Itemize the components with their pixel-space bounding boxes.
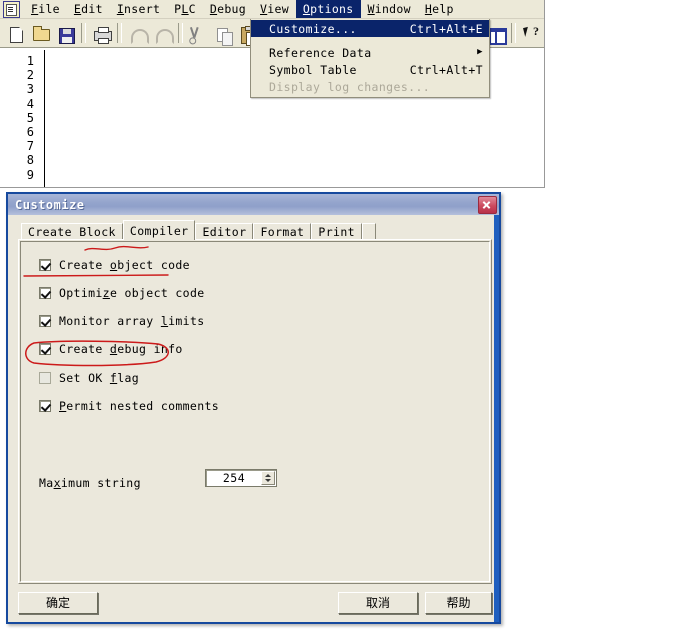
menu-item-shortcut: Ctrl+Alt+E [409,21,483,36]
tab-print[interactable]: Print [311,223,363,240]
document-app-icon [3,0,20,18]
close-icon[interactable] [478,195,497,214]
tab-compiler[interactable]: Compiler [122,220,196,240]
checkbox-label: Permit nested comments [59,399,220,413]
cancel-button[interactable]: 取消 [338,592,418,614]
checkbox-optimize-object-code[interactable]: Optimize object code [39,286,205,300]
stepper-down-icon[interactable] [265,479,271,482]
checkbox-label: Optimize object code [59,286,205,300]
tab-editor[interactable]: Editor [195,223,254,240]
open-file-icon[interactable] [28,21,52,45]
dialog-edge-strip [494,215,499,622]
checkbox-permit-nested-comments[interactable]: Permit nested comments [39,399,219,413]
checkbox-set-ok-flag[interactable]: Set OK flag [39,371,139,385]
tab-strip-filler [362,223,377,240]
cut-icon[interactable] [186,21,210,45]
compiler-options-panel: Create object code Optimize object code … [18,239,492,584]
maximum-string-label: Maximum string [39,476,141,490]
menu-plc[interactable]: PLC [167,0,203,18]
toolbar-separator [81,23,86,43]
line-number: 4 [26,96,34,111]
dialog-title: Customize [15,197,85,212]
ok-button[interactable]: 确定 [18,592,98,614]
line-number-gutter: 1 2 3 4 5 6 7 8 9 [0,50,45,187]
dialog-tab-strip: Create Block Compiler Editor Format Prin… [21,220,377,240]
menu-bar: File Edit Insert PLC Debug View Options … [0,0,544,19]
tab-format[interactable]: Format [253,223,312,240]
menu-window[interactable]: Window [361,0,418,18]
tab-create-block[interactable]: Create Block [21,223,123,240]
help-button[interactable]: 帮助 [425,592,492,614]
menu-help[interactable]: Help [418,0,461,18]
line-number: 9 [26,167,34,182]
copy-icon[interactable] [211,21,235,46]
menu-item-label: Symbol Table [269,62,357,77]
redo-icon[interactable] [150,21,174,45]
checkbox-box-icon[interactable] [39,343,51,355]
line-number: 1 [26,54,34,68]
menu-item-label: Customize... [269,21,357,36]
checkbox-box-icon[interactable] [39,372,51,384]
line-number: 6 [26,125,34,140]
context-help-icon[interactable]: ? [519,21,543,45]
new-file-icon[interactable] [3,21,27,45]
menu-item-shortcut: Ctrl+Alt+T [409,62,483,77]
print-icon[interactable] [89,21,113,45]
menu-debug[interactable]: Debug [203,0,253,18]
stepper-up-icon[interactable] [265,474,271,477]
menu-item-reference-data[interactable]: Reference Data ▶ [251,44,489,61]
checkbox-label: Create object code [59,258,190,272]
maximum-string-input[interactable]: 254 [205,469,277,487]
menu-item-symbol-table[interactable]: Symbol Table Ctrl+Alt+T [251,61,489,78]
checkbox-monitor-array-limits[interactable]: Monitor array limits [39,314,205,328]
toolbar-separator [117,23,122,43]
toolbar-separator [178,23,183,43]
checkbox-create-object-code[interactable]: Create object code [39,258,190,272]
line-number: 3 [26,82,34,97]
options-dropdown-menu: Customize... Ctrl+Alt+E Reference Data ▶… [250,19,490,98]
menu-gap [251,37,489,44]
menu-item-label: Display log changes... [269,79,431,94]
checkbox-box-icon[interactable] [39,315,51,327]
undo-icon[interactable] [125,21,149,45]
checkbox-box-icon[interactable] [39,259,51,271]
save-file-icon[interactable] [53,21,77,45]
checkbox-label: Set OK flag [59,371,140,385]
menu-file[interactable]: File [24,0,67,18]
line-number: 2 [26,68,34,83]
menu-item-customize[interactable]: Customize... Ctrl+Alt+E [251,20,489,37]
line-number: 8 [26,153,34,168]
checkbox-box-icon[interactable] [39,400,51,412]
menu-view[interactable]: View [253,0,296,18]
menu-options[interactable]: Options [295,0,361,18]
line-number: 7 [26,139,34,154]
checkbox-create-debug-info[interactable]: Create debug info [39,342,183,356]
dialog-title-bar[interactable]: Customize [8,194,499,215]
line-number: 5 [26,110,34,125]
customize-dialog: Customize Create Block Compiler Editor F… [6,192,501,624]
submenu-arrow-icon: ▶ [477,47,483,57]
toolbar-separator [511,23,516,43]
menu-item-label: Reference Data [269,45,372,60]
menu-item-display-log-changes: Display log changes... [251,78,489,95]
checkbox-label: Create debug info [59,342,183,356]
checkbox-box-icon[interactable] [39,287,51,299]
menu-insert[interactable]: Insert [110,0,167,18]
checkbox-label: Monitor array limits [59,314,205,328]
maximum-string-stepper[interactable] [261,471,275,485]
menu-edit[interactable]: Edit [67,0,110,18]
